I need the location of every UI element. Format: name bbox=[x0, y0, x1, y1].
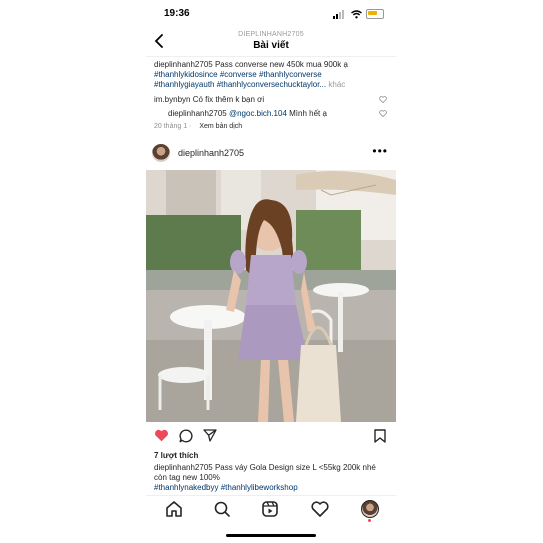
comment-like-icon[interactable] bbox=[379, 96, 387, 103]
post-author-row: dieplinhanh2705 ••• bbox=[146, 140, 396, 168]
heart-filled-icon[interactable] bbox=[154, 429, 169, 442]
meta-separator: · bbox=[189, 123, 192, 130]
post-username[interactable]: dieplinhanh2705 bbox=[178, 148, 244, 158]
comment-meta: 20 tháng 1 · Xem bản dịch bbox=[154, 123, 242, 130]
photo-illustration bbox=[146, 170, 396, 422]
more-dots-icon[interactable]: ••• bbox=[372, 144, 388, 158]
reply-text: Mình hết ạ bbox=[286, 109, 327, 118]
wifi-icon bbox=[351, 9, 362, 18]
status-icons bbox=[333, 9, 384, 19]
reply-like-icon[interactable] bbox=[379, 110, 387, 117]
profile-avatar-icon[interactable] bbox=[361, 500, 379, 518]
post-actions bbox=[146, 426, 396, 444]
home-icon[interactable] bbox=[164, 500, 184, 518]
hashtag[interactable]: #converse bbox=[220, 70, 257, 79]
caption-text: Pass converse new 450k mua 900k ạ bbox=[212, 60, 348, 69]
post-header-bar: DIEPLINHANH2705 Bài viết bbox=[146, 28, 396, 56]
hashtag[interactable]: #thanhlygiayauth bbox=[154, 80, 215, 89]
reels-icon[interactable] bbox=[260, 500, 280, 518]
hashtag[interactable]: #thanhlykidosince bbox=[154, 70, 218, 79]
tabbar-divider bbox=[146, 495, 396, 496]
header-username: DIEPLINHANH2705 bbox=[238, 31, 304, 38]
notification-dot bbox=[368, 519, 371, 522]
send-icon[interactable] bbox=[203, 429, 217, 442]
post-photo[interactable] bbox=[146, 170, 396, 422]
phone-screen: 19:36 DIEPLINHANH2705 Bài viết dieplinha… bbox=[146, 0, 396, 543]
caption-username[interactable]: dieplinhanh2705 bbox=[154, 60, 213, 69]
status-bar: 19:36 bbox=[146, 6, 396, 22]
post-caption: dieplinhanh2705 Pass váy Gola Design siz… bbox=[154, 463, 390, 493]
reply-username[interactable]: dieplinhanh2705 bbox=[168, 109, 227, 118]
home-indicator bbox=[226, 534, 316, 537]
likes-count[interactable]: 7 lượt thích bbox=[154, 451, 198, 460]
signal-icon bbox=[333, 9, 347, 19]
more-link[interactable]: khác bbox=[328, 80, 345, 89]
see-translation-link[interactable]: Xem bản dịch bbox=[199, 123, 242, 130]
status-time: 19:36 bbox=[164, 8, 190, 19]
heart-icon[interactable] bbox=[310, 500, 330, 518]
comment-username[interactable]: im.bynbyn bbox=[154, 95, 190, 104]
avatar[interactable] bbox=[152, 144, 170, 162]
bookmark-icon[interactable] bbox=[374, 429, 386, 443]
comment-date: 20 tháng 1 bbox=[154, 123, 188, 130]
battery-icon bbox=[366, 9, 384, 19]
search-icon[interactable] bbox=[212, 500, 232, 518]
reply-item: dieplinhanh2705 @ngoc.bich.104 Mình hết … bbox=[168, 109, 327, 118]
comment-text: Có fix thêm k bạn ơi bbox=[190, 95, 265, 104]
bottom-tab-bar bbox=[146, 497, 396, 523]
post-caption-username[interactable]: dieplinhanh2705 bbox=[154, 463, 213, 472]
header-divider bbox=[146, 56, 396, 57]
comment-item: im.bynbyn Có fix thêm k bạn ơi bbox=[154, 95, 264, 104]
reply-mention[interactable]: @ngoc.bich.104 bbox=[229, 109, 287, 118]
caption-block: dieplinhanh2705 Pass converse new 450k m… bbox=[154, 60, 390, 90]
comment-bubble-icon[interactable] bbox=[179, 429, 193, 443]
hashtag[interactable]: #thanhlyconverse bbox=[259, 70, 322, 79]
hashtag[interactable]: #thanhlyconversechucktaylor... bbox=[217, 80, 326, 89]
post-hashtags[interactable]: #thanhlynakedbyy #thanhlylibeworkshop bbox=[154, 483, 298, 492]
page-title: Bài viết bbox=[253, 40, 289, 51]
